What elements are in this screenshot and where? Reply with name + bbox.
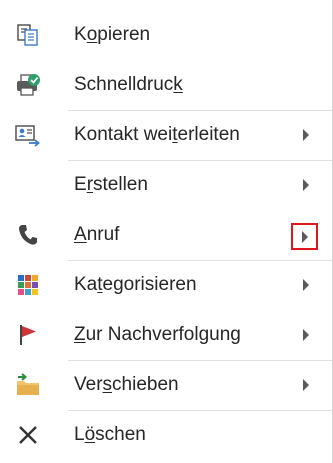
menu-item-label: Anruf xyxy=(74,224,120,245)
menu-item-follow-up[interactable]: Zur Nachverfolgung xyxy=(0,310,333,360)
highlighted-submenu-arrow[interactable] xyxy=(291,223,318,250)
submenu-arrow-icon[interactable] xyxy=(303,279,309,291)
follow-up-flag-icon xyxy=(12,310,44,360)
submenu-arrow-icon xyxy=(302,231,308,243)
menu-item-copy[interactable]: Kopieren xyxy=(0,10,333,60)
menu-item-label: Erstellen xyxy=(74,174,148,195)
submenu-arrow-icon[interactable] xyxy=(303,329,309,341)
quick-print-icon xyxy=(12,60,44,110)
menu-item-label: Löschen xyxy=(74,424,146,445)
menu-item-label: Kopieren xyxy=(74,24,151,45)
forward-contact-icon xyxy=(12,110,44,160)
submenu-arrow-icon[interactable] xyxy=(303,379,309,391)
menu-item-label: Kontakt weiterleiten xyxy=(74,124,240,145)
categorize-icon xyxy=(12,260,44,310)
copy-icon xyxy=(12,10,44,60)
menu-item-move[interactable]: Verschieben xyxy=(0,360,333,410)
menu-item-categorize[interactable]: Kategorisieren xyxy=(0,260,333,310)
menu-item-delete[interactable]: Löschen xyxy=(0,410,333,460)
submenu-arrow-icon[interactable] xyxy=(303,129,309,141)
phone-icon xyxy=(12,210,44,260)
delete-icon xyxy=(12,410,44,460)
menu-item-call[interactable]: Anruf xyxy=(0,210,333,260)
menu-item-label: Verschieben xyxy=(74,374,179,395)
menu-item-forward-contact[interactable]: Kontakt weiterleiten xyxy=(0,110,333,160)
menu-item-label: Schnelldruck xyxy=(74,74,183,95)
menu-item-create[interactable]: Erstellen xyxy=(0,160,333,210)
submenu-arrow-icon[interactable] xyxy=(303,179,309,191)
context-menu: Kopieren Schnelldruck Kontakt weiterleit… xyxy=(0,0,333,463)
menu-item-quick-print[interactable]: Schnelldruck xyxy=(0,60,333,110)
move-folder-icon xyxy=(12,360,44,410)
menu-item-label: Zur Nachverfolgung xyxy=(74,324,241,345)
menu-item-label: Kategorisieren xyxy=(74,274,197,295)
